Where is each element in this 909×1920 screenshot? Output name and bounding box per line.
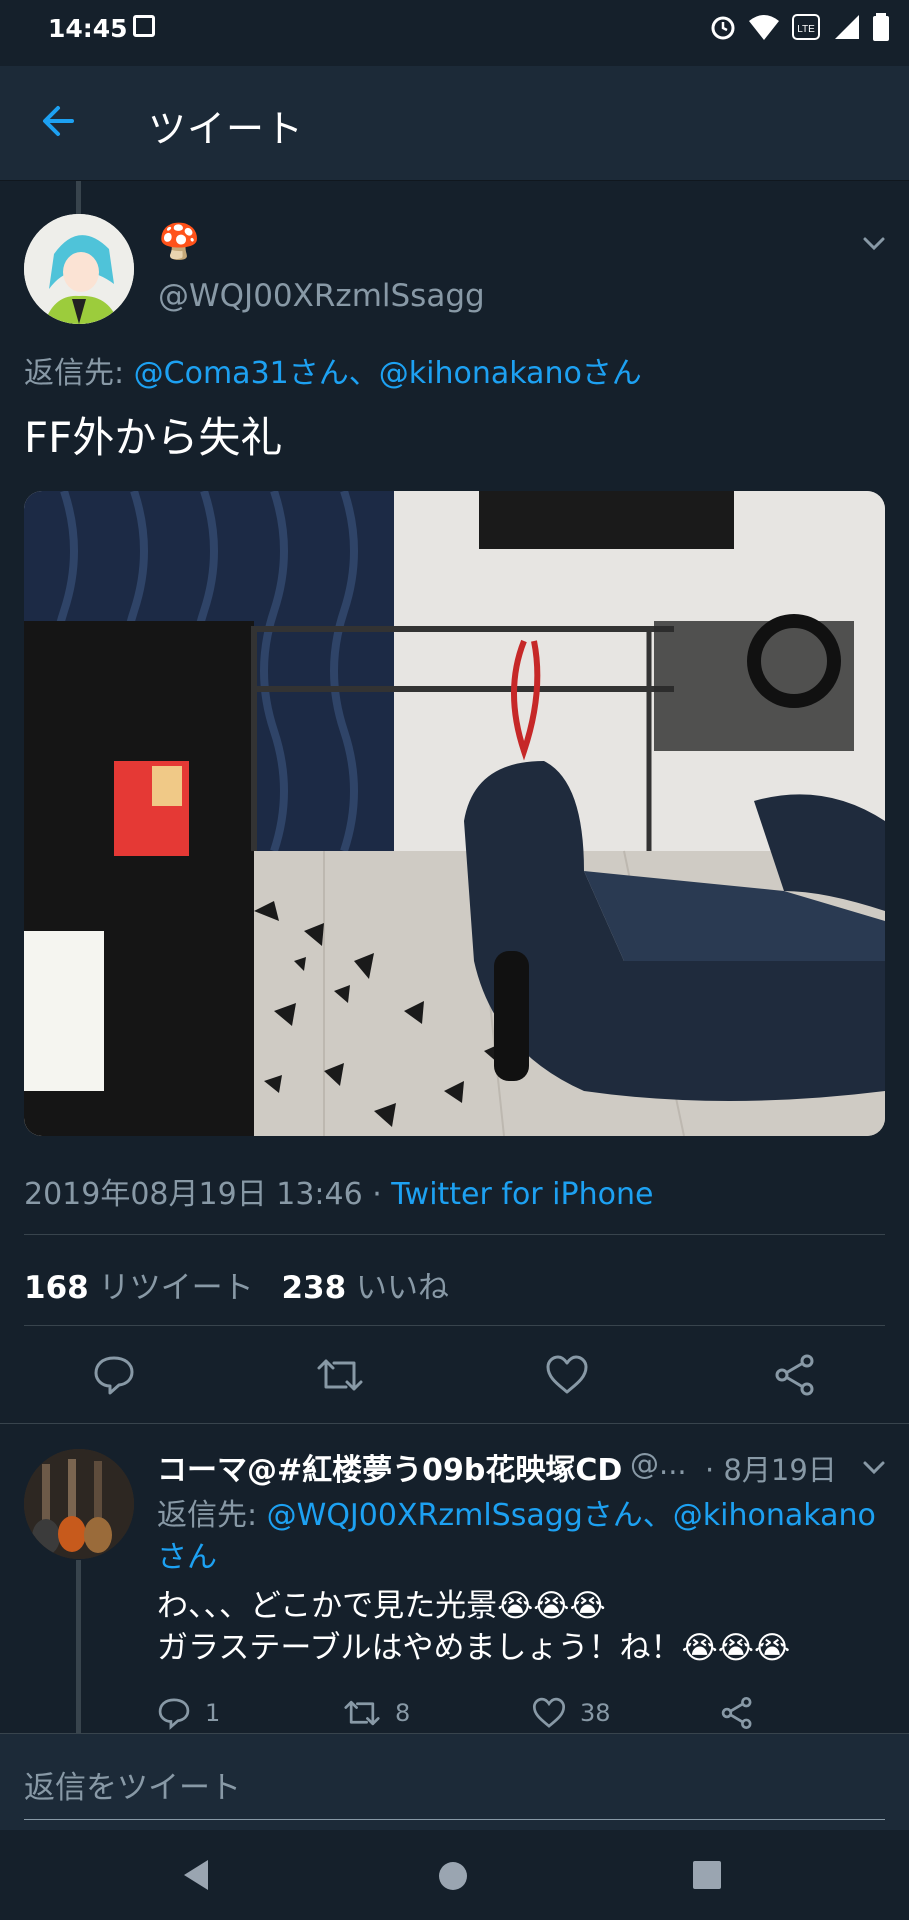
- share-icon[interactable]: [773, 1353, 817, 1397]
- divider: [24, 1234, 885, 1235]
- reply-chevron-down-icon[interactable]: [862, 1460, 886, 1476]
- retweet-label: リツイート: [88, 1270, 254, 1306]
- nav-recents-icon[interactable]: [692, 1860, 722, 1890]
- thread-line: [76, 181, 81, 214]
- reply-to-link[interactable]: @WQJ00XRzmlSsaggさん、@kihonakano: [267, 1498, 876, 1533]
- retweet-icon: [344, 1700, 380, 1726]
- alarm-icon: [711, 16, 735, 40]
- divider: [0, 1423, 909, 1424]
- svg-text:LTE: LTE: [797, 24, 815, 35]
- handle[interactable]: @WQJ00XRzmlSsagg: [158, 278, 485, 314]
- reply-retweet-action[interactable]: 8: [343, 1696, 410, 1730]
- reply-text-line2: ガラステーブルはやめましょう！ね！😭😭😭: [157, 1630, 791, 1666]
- reply-to-link[interactable]: @Coma31さん、@kihonakanoさん: [134, 356, 642, 391]
- retweet-stat[interactable]: 168 リツイート: [24, 1270, 254, 1306]
- reply-text-line1: わ、、、どこかで見た光景😭😭😭: [157, 1588, 606, 1624]
- reply-like-count: 38: [580, 1699, 611, 1727]
- reply-retweet-count: 8: [395, 1699, 411, 1727]
- status-icons: LTE: [709, 12, 889, 42]
- image-notification-icon: [133, 15, 155, 37]
- reply-to-line: 返信先: @Coma31さん、@kihonakanoさん: [24, 348, 642, 392]
- like-stat[interactable]: 238 いいね: [281, 1270, 449, 1306]
- tweet-timestamp-line: 2019年08月19日 13:46 · Twitter for iPhone: [24, 1169, 653, 1213]
- tweet-photo[interactable]: [24, 491, 885, 1136]
- reply-avatar[interactable]: [24, 1449, 134, 1559]
- reply-handle[interactable]: @...: [630, 1447, 687, 1481]
- tweet-timestamp: 2019年08月19日 13:46 ·: [24, 1177, 392, 1212]
- retweet-icon[interactable]: [316, 1353, 364, 1397]
- wifi-icon: [749, 15, 779, 40]
- reply-display-name[interactable]: コーマ@#紅楼夢う09b花映塚CD: [157, 1445, 622, 1489]
- reply-prefix: 返信先:: [24, 356, 134, 391]
- nav-back-icon[interactable]: [180, 1858, 212, 1892]
- like-label: いいね: [346, 1270, 450, 1306]
- divider: [24, 1325, 885, 1326]
- tweet-text: FF外から失礼: [24, 413, 283, 462]
- reply-icon: [158, 1698, 190, 1730]
- like-icon: [532, 1697, 566, 1728]
- back-arrow-icon[interactable]: [36, 99, 80, 143]
- thread-line: [76, 1560, 81, 1733]
- reply-date: · 8月19日: [705, 1453, 837, 1487]
- page-title: ツイート: [148, 107, 305, 151]
- like-icon[interactable]: [545, 1353, 589, 1397]
- tweet-stats: 168 リツイート 238 いいね: [24, 1262, 449, 1307]
- battery-icon: [873, 13, 889, 41]
- status-time: 14:45: [48, 14, 128, 43]
- reply-reply-action[interactable]: 1: [157, 1696, 220, 1730]
- compose-underline: [24, 1819, 885, 1820]
- compose-input[interactable]: 返信をツイート: [24, 1762, 241, 1807]
- volte-icon: LTE: [792, 14, 820, 40]
- tweet-source[interactable]: Twitter for iPhone: [391, 1177, 653, 1212]
- like-count: 238: [281, 1270, 347, 1306]
- reply-icon[interactable]: [92, 1353, 136, 1397]
- display-name[interactable]: 🍄: [158, 222, 200, 262]
- reply-reply-count: 1: [205, 1699, 221, 1727]
- nav-home-icon[interactable]: [437, 1860, 469, 1892]
- reply-prefix: 返信先:: [157, 1498, 267, 1533]
- avatar[interactable]: [24, 214, 134, 324]
- retweet-count: 168: [24, 1270, 89, 1306]
- signal-icon: [835, 15, 859, 39]
- app-header: [0, 66, 909, 181]
- chevron-down-icon[interactable]: [862, 236, 886, 252]
- reply-like-action[interactable]: 38: [532, 1696, 611, 1730]
- reply-share-icon[interactable]: [720, 1696, 754, 1730]
- reply-to-link-cont[interactable]: さん: [157, 1532, 217, 1576]
- reply-to-line: 返信先: @WQJ00XRzmlSsaggさん、@kihonakano: [157, 1490, 876, 1534]
